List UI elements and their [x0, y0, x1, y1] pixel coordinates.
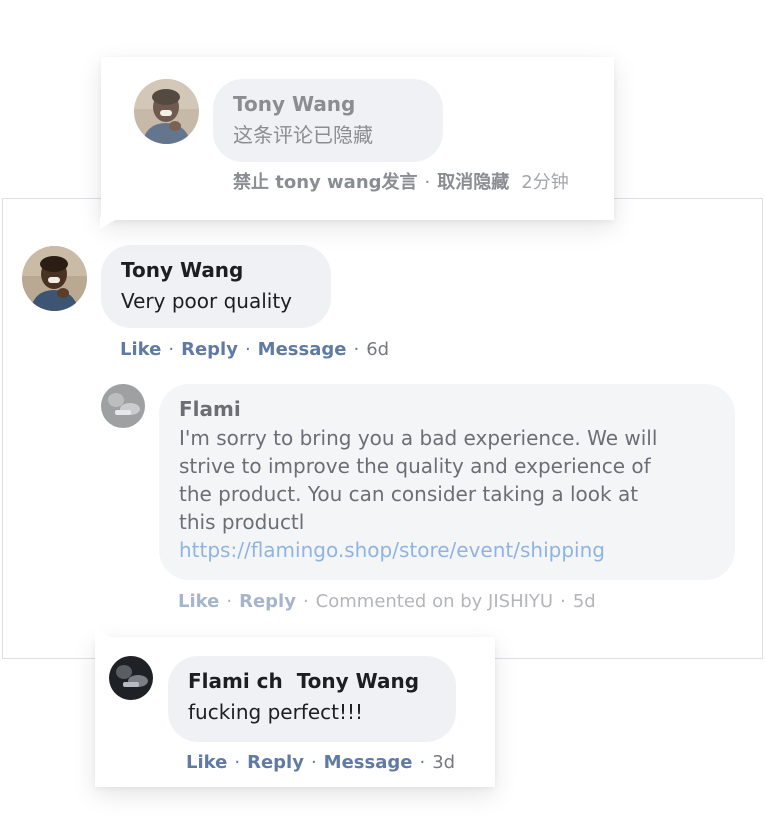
bottom-comment-actions: Like · Reply · Message · 3d	[186, 751, 455, 775]
comment-time: 5d	[572, 591, 596, 612]
hidden-comment-card: Tony Wang 这条评论已隐藏 禁止 tony wang发言 · 取消隐藏 2分钟	[100, 57, 614, 229]
message-button[interactable]: Message	[258, 339, 347, 360]
reply-comment-bubble: Flami I'm sorry to bring you a bad exper…	[159, 384, 735, 580]
separator-dot: ·	[419, 752, 426, 773]
reply-text-line: strive to improve the quality and experi…	[179, 454, 651, 478]
separator-dot: ·	[234, 752, 241, 773]
comment-time: 3d	[432, 752, 456, 773]
hidden-comment-text: 这条评论已隐藏	[233, 123, 373, 147]
like-button[interactable]: Like	[186, 752, 227, 773]
like-button[interactable]: Like	[120, 339, 161, 360]
comment-text: fucking perfect!!!	[188, 700, 364, 724]
hidden-comment-bubble: Tony Wang 这条评论已隐藏	[213, 79, 443, 162]
card-pointer-icon	[100, 217, 120, 229]
person-avatar-icon	[109, 656, 153, 700]
commented-on-label: Commented on by JISHIYU	[315, 591, 554, 612]
separator-dot: ·	[560, 591, 566, 612]
reply-button[interactable]: Reply	[181, 339, 238, 360]
separator-dot: ·	[302, 591, 309, 612]
reply-text-line: the product. You can consider taking a l…	[179, 482, 639, 506]
comment-time: 2分钟	[521, 172, 569, 193]
ban-user-button[interactable]: 禁止 tony wang发言	[233, 172, 418, 193]
separator-dot: ·	[310, 752, 317, 773]
bottom-comment-bubble: Flami ch Tony Wang fucking perfect!!!	[168, 656, 456, 742]
comment-time: 6d	[366, 339, 390, 360]
like-button[interactable]: Like	[178, 591, 219, 612]
reply-button[interactable]: Reply	[239, 591, 296, 612]
person-avatar-icon	[134, 79, 199, 144]
comment-author[interactable]: Flami	[179, 396, 715, 422]
unhide-button[interactable]: 取消隐藏	[437, 172, 509, 193]
separator-dot: ·	[353, 339, 360, 360]
separator-dot: ·	[244, 339, 251, 360]
flami-avatar[interactable]	[109, 656, 153, 700]
shipping-link[interactable]: https://flamingo.shop/store/event/shippi…	[179, 536, 715, 564]
main-comment-bubble: Tony Wang Very poor quality	[101, 245, 331, 328]
comment-author[interactable]: Tony Wang	[121, 257, 311, 283]
hidden-comment-actions: 禁止 tony wang发言 · 取消隐藏 2分钟	[233, 171, 569, 195]
comment-author[interactable]: Flami ch Tony Wang	[188, 668, 436, 694]
bottom-comment-card: Flami ch Tony Wang fucking perfect!!! Li…	[95, 627, 495, 787]
tony-wang-avatar[interactable]	[22, 246, 87, 311]
separator-dot: ·	[226, 591, 233, 612]
person-avatar-icon	[101, 384, 145, 428]
reply-text-line: this productl	[179, 510, 305, 534]
card-pointer-icon	[95, 627, 113, 639]
message-button[interactable]: Message	[324, 752, 413, 773]
comment-author[interactable]: Tony Wang	[233, 91, 423, 117]
person-avatar-icon	[22, 246, 87, 311]
separator-dot: ·	[424, 172, 431, 193]
reply-comment-actions: Like · Reply · Commented on by JISHIYU · 5d	[178, 590, 596, 614]
comment-text: Very poor quality	[121, 289, 293, 313]
separator-dot: ·	[168, 339, 175, 360]
reply-button[interactable]: Reply	[247, 752, 304, 773]
tony-wang-avatar[interactable]	[134, 79, 199, 144]
reply-text-line: I'm sorry to bring you a bad experience.…	[179, 426, 658, 450]
main-comment-actions: Like · Reply · Message · 6d	[120, 338, 389, 362]
flami-avatar[interactable]	[101, 384, 145, 428]
